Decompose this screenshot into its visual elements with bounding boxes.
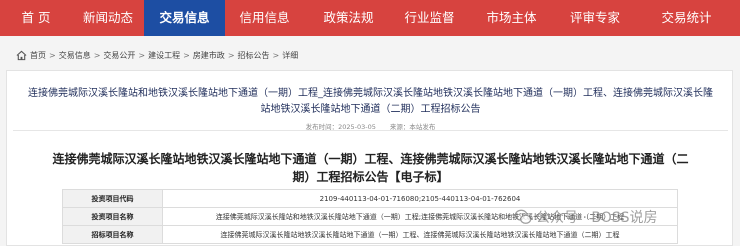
breadcrumb-separator: > (272, 51, 280, 60)
home-icon (16, 50, 27, 61)
breadcrumb-trading-public[interactable]: 交易公开 (103, 50, 135, 61)
breadcrumb-construction[interactable]: 建设工程 (148, 50, 180, 61)
table-label: 招标项目名称 (62, 225, 163, 244)
table-label: 投资项目名称 (62, 207, 163, 226)
breadcrumb-municipal[interactable]: 房建市政 (193, 50, 225, 61)
nav-item-credit-info[interactable]: 信用信息 (225, 0, 304, 36)
breadcrumb-tender-notice[interactable]: 招标公告 (238, 50, 270, 61)
breadcrumb: 首页 > 交易信息 > 交易公开 > 建设工程 > 房建市政 > 招标公告 > … (16, 50, 298, 61)
page-title: 连接佛莞城际汉溪长隆站和地铁汉溪长隆站地下通道（一期）工程_连接佛莞城际汉溪长隆… (28, 88, 713, 115)
watermark: 公众号 · BOSS说房 (514, 207, 658, 227)
table-value: 2109-440113-04-01-716080;2105-440113-04-… (162, 189, 678, 208)
wechat-icon (514, 209, 532, 224)
breadcrumb-detail: 详细 (282, 51, 299, 60)
main-nav: 首 页 新闻动态 交易信息 信用信息 政策法规 行业监督 市场主体 评审专家 交… (0, 0, 740, 36)
table-label: 投资项目代码 (62, 189, 163, 208)
nav-item-experts[interactable]: 评审专家 (557, 0, 633, 36)
table-row: 投资项目代码 2109-440113-04-01-716080;2105-440… (62, 189, 678, 208)
table-row: 招标项目名称 连接佛莞城际汉溪长隆站地铁汉溪长隆站地下通道（一期）工程、连接佛莞… (62, 225, 678, 244)
breadcrumb-separator: > (227, 51, 235, 60)
nav-item-trading-info[interactable]: 交易信息 (144, 0, 225, 36)
nav-item-statistics[interactable]: 交易统计 (633, 0, 740, 36)
breadcrumb-separator: > (49, 51, 56, 60)
nav-item-home[interactable]: 首 页 (0, 0, 72, 36)
table-value: 连接佛莞城际汉溪长隆站地铁汉溪长隆站地下通道（一期）工程、连接佛莞城际汉溪长隆站… (162, 225, 678, 244)
divider (13, 130, 728, 131)
breadcrumb-home[interactable]: 首页 (30, 50, 46, 61)
breadcrumb-separator: > (183, 51, 190, 60)
nav-item-supervision[interactable]: 行业监督 (393, 0, 466, 36)
breadcrumb-separator: > (138, 51, 146, 60)
nav-item-news[interactable]: 新闻动态 (72, 0, 144, 36)
watermark-text: 公众号 · BOSS说房 (536, 210, 658, 226)
breadcrumb-trading-info[interactable]: 交易信息 (59, 50, 91, 61)
nav-item-policies[interactable]: 政策法规 (304, 0, 393, 36)
breadcrumb-separator: > (93, 51, 101, 60)
notice-title: 连接佛莞城际汉溪长隆站地铁汉溪长隆站地下通道（一期）工程、连接佛莞城际汉溪长隆站… (52, 152, 689, 184)
nav-item-market-entities[interactable]: 市场主体 (466, 0, 557, 36)
